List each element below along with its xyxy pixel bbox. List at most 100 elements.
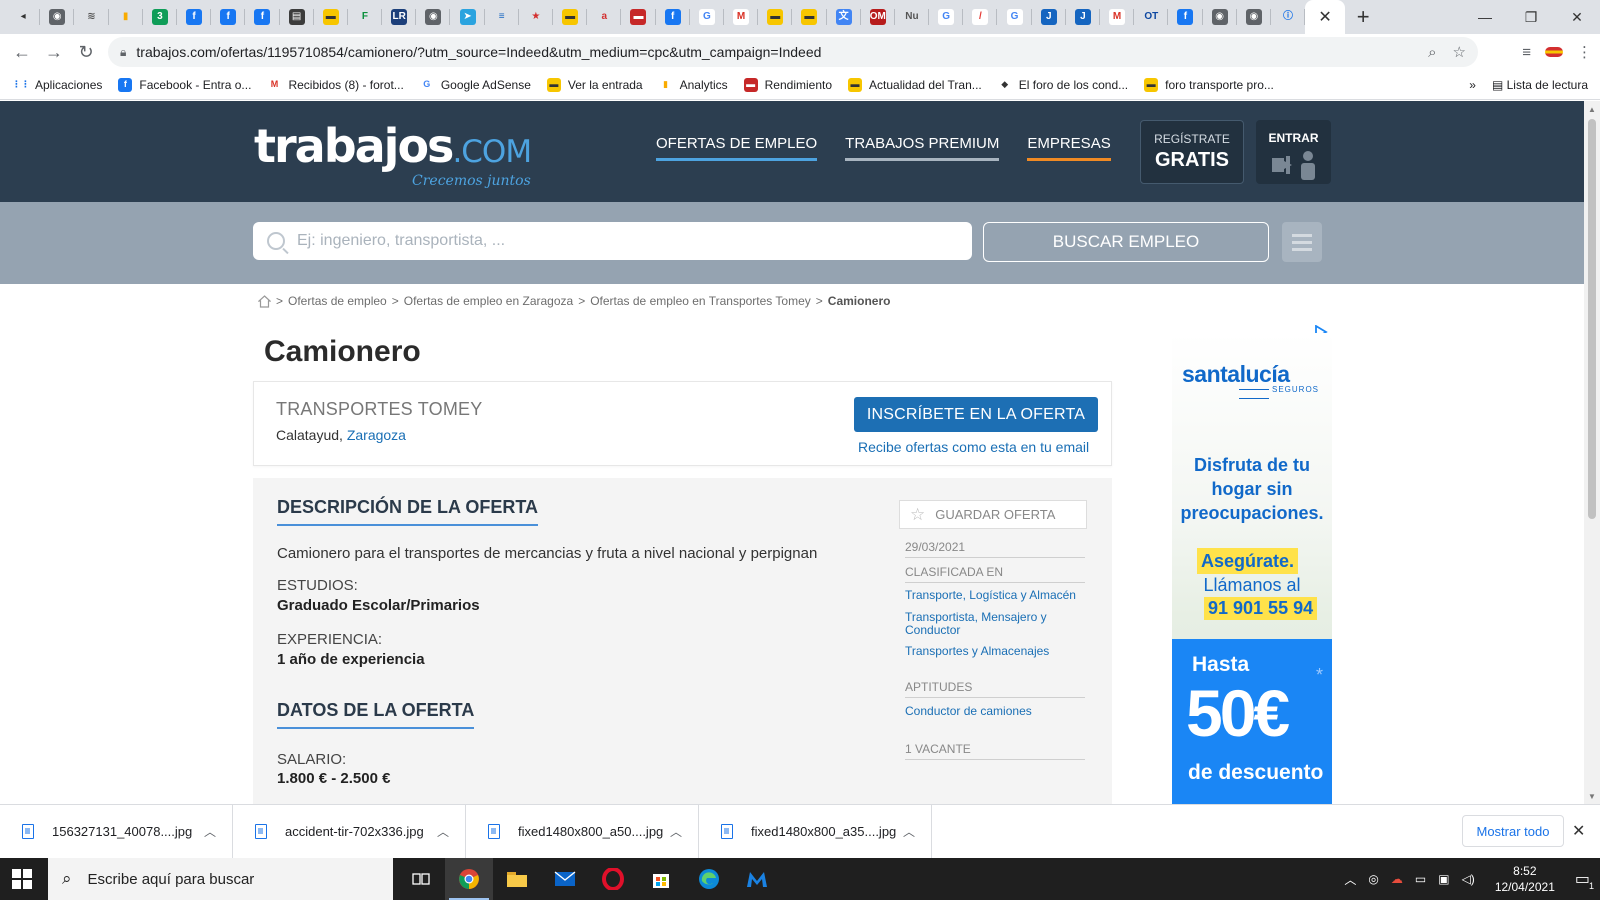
battery-icon[interactable]: ▭ [1415, 872, 1426, 886]
more-bookmarks-icon[interactable]: » [1469, 78, 1476, 92]
malwarebytes-icon[interactable] [733, 858, 781, 900]
browser-tab[interactable]: f [245, 0, 280, 34]
browser-tab[interactable]: 文 [827, 0, 861, 34]
opera-icon[interactable] [589, 858, 637, 900]
store-icon[interactable] [637, 858, 685, 900]
browser-tab[interactable]: ⓘ [1271, 0, 1306, 34]
browser-tab[interactable]: ◉ [40, 0, 75, 34]
save-offer-button[interactable]: ☆ GUARDAR OFERTA [899, 500, 1087, 529]
nav-empresas[interactable]: EMPRESAS [1027, 135, 1111, 161]
bookmark-item[interactable]: ▬ Ver la entrada [546, 77, 643, 92]
download-item[interactable]: 156327131_40078....jpg ︿ [0, 804, 233, 859]
browser-tab[interactable]: ◉ [1203, 0, 1237, 34]
browser-tab[interactable]: ◂ [6, 0, 41, 34]
browser-tab[interactable]: G [929, 0, 964, 34]
browser-tab[interactable]: ▬ [792, 0, 827, 34]
show-all-downloads-button[interactable]: Mostrar todo [1462, 815, 1564, 847]
bookmark-item[interactable]: f Facebook - Entra o... [118, 77, 251, 92]
breadcrumb-link-company[interactable]: Ofertas de empleo en Transportes Tomey [590, 294, 811, 308]
chevron-up-icon[interactable]: ︿ [437, 823, 449, 840]
site-logo[interactable]: trabajos.COM Crecemos juntos [254, 119, 532, 189]
volume-icon[interactable]: ◁) [1462, 872, 1475, 886]
nav-ofertas[interactable]: OFERTAS DE EMPLEO [656, 135, 818, 161]
scroll-thumb[interactable] [1588, 119, 1596, 519]
mail-icon[interactable] [541, 858, 589, 900]
category-link[interactable]: Transportes y Almacenajes [905, 645, 1085, 658]
edge-icon[interactable] [685, 858, 733, 900]
browser-tab[interactable]: ▬ [553, 0, 588, 34]
browser-tab[interactable]: J [1032, 0, 1067, 34]
scroll-down-icon[interactable]: ▼ [1584, 788, 1600, 804]
webcam-icon[interactable]: ◎ [1368, 872, 1378, 886]
bookmark-item[interactable]: M Recibidos (8) - forot... [267, 77, 404, 92]
search-button[interactable]: BUSCAR EMPLEO [983, 222, 1269, 262]
browser-tab[interactable]: a [587, 0, 622, 34]
new-tab-icon[interactable]: + [1345, 0, 1381, 34]
bookmark-item[interactable]: ▮ Analytics [658, 77, 728, 92]
search-input[interactable] [297, 232, 937, 250]
windows-start-icon[interactable] [12, 869, 32, 889]
category-link[interactable]: Transporte, Logística y Almacén [905, 589, 1085, 602]
media-icon[interactable]: ≡ [1522, 44, 1531, 61]
bookmark-item[interactable]: ◆ El foro de los cond... [997, 77, 1128, 92]
browser-tab[interactable]: M [1100, 0, 1135, 34]
clock[interactable]: 8:52 12/04/2021 [1495, 863, 1555, 895]
browser-tab[interactable]: ◉ [416, 0, 451, 34]
browser-tab[interactable]: ▮ [109, 0, 143, 34]
category-link[interactable]: Transportista, Mensajero y Conductor [905, 611, 1085, 637]
bookmark-item[interactable]: ▬ foro transporte pro... [1144, 77, 1274, 92]
chevron-up-icon[interactable]: ︿ [204, 823, 216, 840]
browser-tab[interactable]: 3 [143, 0, 178, 34]
close-downloads-icon[interactable]: ✕ [1572, 821, 1585, 841]
browser-tab[interactable]: / [963, 0, 998, 34]
close-tab-icon[interactable]: ✕ [1318, 7, 1331, 27]
company-name[interactable]: TRANSPORTES TOMEY [276, 399, 482, 420]
extension-icon[interactable] [1545, 47, 1563, 57]
search-box[interactable] [253, 222, 972, 260]
download-item[interactable]: fixed1480x800_a50....jpg ︿ [466, 804, 699, 859]
chevron-up-icon[interactable]: ︿ [903, 823, 915, 840]
breadcrumb-link-zaragoza[interactable]: Ofertas de empleo en Zaragoza [404, 294, 573, 308]
breadcrumb-link-ofertas[interactable]: Ofertas de empleo [288, 294, 387, 308]
cloud-error-icon[interactable]: ☁ [1391, 872, 1403, 886]
omnibox[interactable]: 🔒︎ trabajos.com/ofertas/1195710854/camio… [108, 37, 1478, 67]
chrome-icon[interactable] [445, 858, 493, 900]
page-scrollbar[interactable]: ▲ ▼ [1584, 101, 1600, 804]
task-view-icon[interactable] [397, 858, 445, 900]
browser-tab[interactable]: G [997, 0, 1032, 34]
browser-tab-active[interactable]: ✕ [1305, 0, 1346, 34]
browser-tab[interactable]: f [656, 0, 690, 34]
bookmark-item[interactable]: ⋮⋮ Aplicaciones [14, 77, 102, 92]
browser-tab[interactable]: F [348, 0, 383, 34]
menu-dots-icon[interactable]: ⋮ [1577, 43, 1592, 61]
browser-tab[interactable]: f [1168, 0, 1203, 34]
browser-tab[interactable]: ≡ [485, 0, 520, 34]
job-province-link[interactable]: Zaragoza [347, 427, 406, 443]
minimize-icon[interactable]: — [1462, 0, 1508, 34]
browser-tab[interactable]: f [211, 0, 246, 34]
browser-tab[interactable]: J [1066, 0, 1101, 34]
home-icon[interactable] [258, 294, 271, 308]
email-alert-link[interactable]: Recibe ofertas como esta en tu email [858, 439, 1089, 455]
register-button[interactable]: REGÍSTRATE GRATIS [1140, 120, 1244, 184]
browser-tab[interactable]: G [690, 0, 725, 34]
back-icon[interactable]: ← [6, 36, 38, 68]
bookmark-star-icon[interactable]: ☆ [1453, 43, 1466, 61]
browser-tab[interactable]: LR [382, 0, 417, 34]
hamburger-menu-icon[interactable] [1282, 222, 1322, 262]
nav-premium[interactable]: TRABAJOS PREMIUM [845, 135, 1000, 161]
browser-tab[interactable]: ◉ [1237, 0, 1272, 34]
browser-tab[interactable]: ▬ [758, 0, 793, 34]
url-text[interactable]: trabajos.com/ofertas/1195710854/camioner… [136, 44, 821, 60]
file-explorer-icon[interactable] [493, 858, 541, 900]
notifications-icon[interactable]: ▭ 1 [1575, 869, 1594, 891]
bookmark-item[interactable]: G Google AdSense [419, 77, 531, 92]
bookmark-item[interactable]: ▬ Actualidad del Tran... [848, 77, 982, 92]
advertisement-banner[interactable]: santalucía SEGUROS Disfruta de tu hogar … [1172, 333, 1332, 804]
browser-tab[interactable]: ▤ [280, 0, 314, 34]
browser-tab[interactable]: ➤ [450, 0, 485, 34]
scroll-up-icon[interactable]: ▲ [1584, 101, 1600, 117]
browser-tab[interactable]: ▬ [621, 0, 656, 34]
chevron-up-icon[interactable]: ︿ [670, 823, 682, 840]
chevron-up-icon[interactable]: ︿ [1344, 871, 1356, 888]
